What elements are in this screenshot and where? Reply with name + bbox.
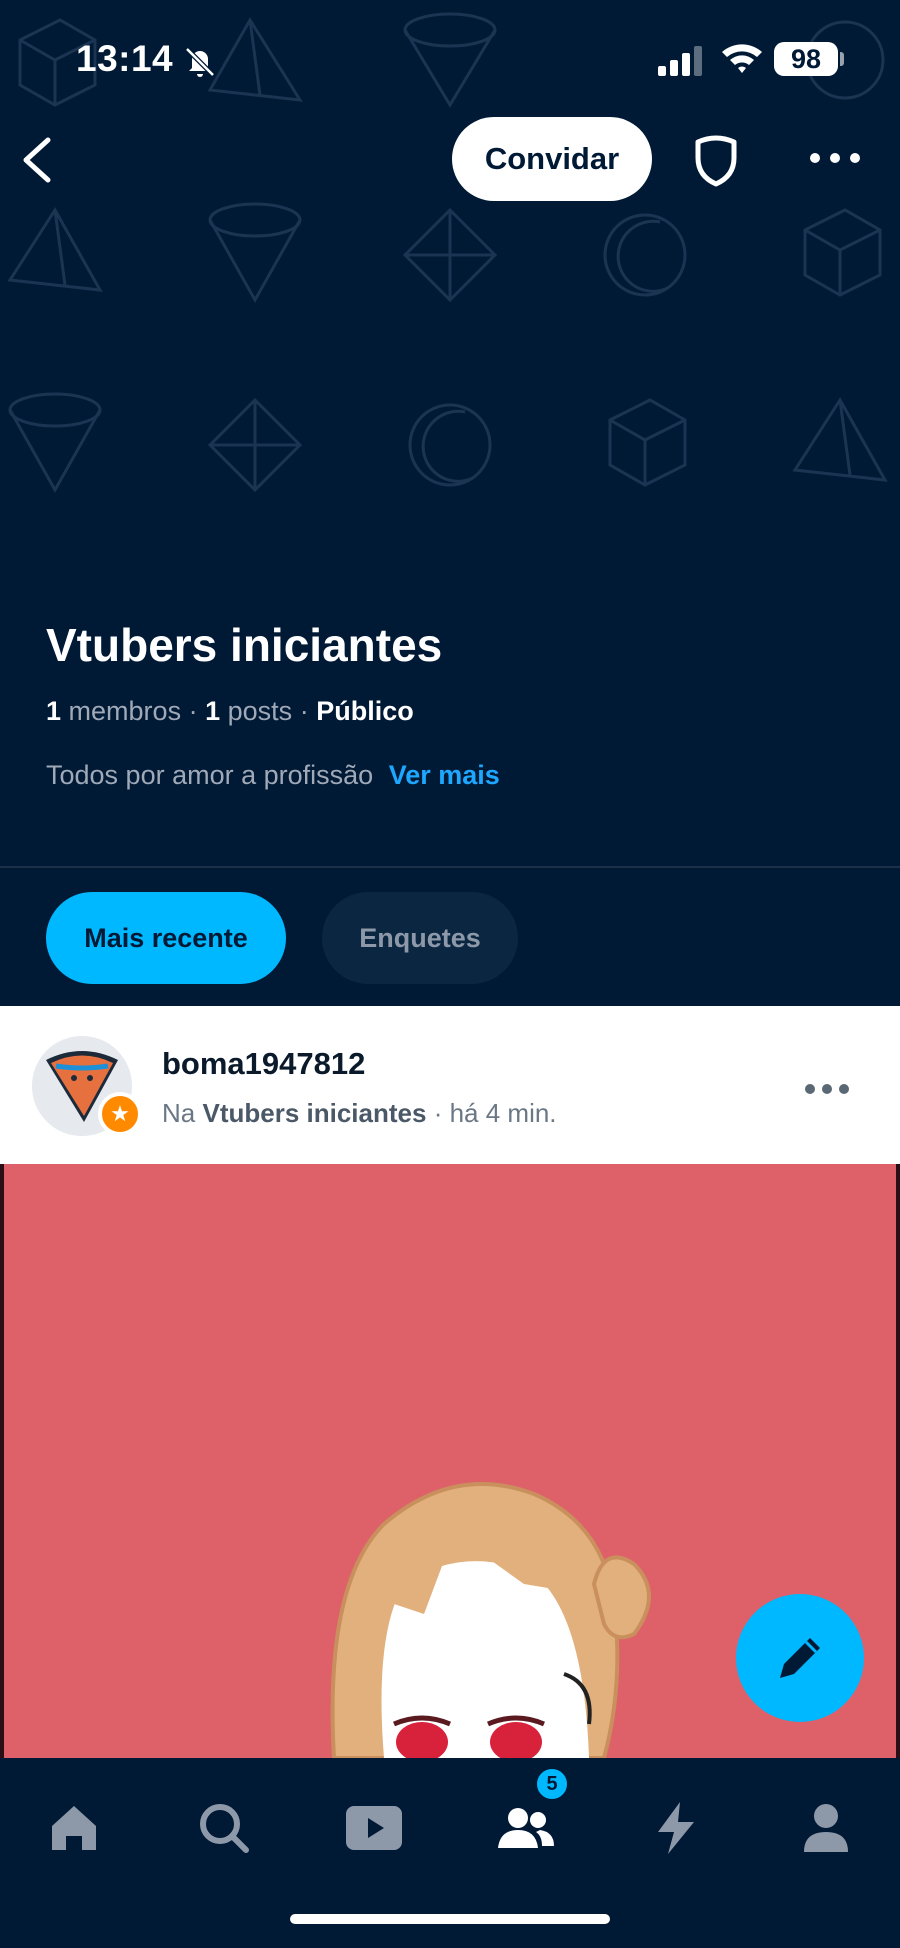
group-meta: 1 membros · 1 posts · Público	[46, 696, 414, 727]
tab-home[interactable]	[34, 1788, 114, 1868]
status-bar: 13:14 98	[0, 0, 900, 110]
wifi-icon	[722, 44, 762, 73]
posts-label: posts	[227, 696, 293, 726]
bell-muted-icon	[185, 47, 215, 77]
video-icon	[346, 1806, 402, 1850]
pencil-icon	[780, 1638, 820, 1678]
group-title: Vtubers iniciantes	[46, 619, 443, 671]
description-text: Todos por amor a profissão	[46, 760, 374, 790]
battery-nub	[840, 52, 844, 66]
filter-most-recent[interactable]: Mais recente	[46, 892, 286, 984]
meta-separator: ·	[188, 696, 206, 726]
posts-count: 1	[205, 696, 221, 726]
compose-post-button[interactable]	[736, 1594, 864, 1722]
home-icon	[52, 1806, 96, 1850]
post-subtitle: Na Vtubers iniciantes · há 4 min.	[162, 1098, 557, 1129]
tab-search[interactable]	[184, 1788, 264, 1868]
post-group-name[interactable]: Vtubers iniciantes	[202, 1098, 426, 1128]
more-options-icon[interactable]	[808, 148, 862, 168]
invite-button[interactable]: Convidar	[452, 117, 652, 201]
home-indicator	[290, 1914, 610, 1924]
filter-bar: Mais recente Enquetes	[0, 868, 900, 1006]
see-more-link[interactable]: Ver mais	[389, 760, 500, 790]
tab-video[interactable]	[334, 1788, 414, 1868]
meta-separator: ·	[299, 696, 317, 726]
post-more-icon[interactable]	[804, 1082, 850, 1096]
community-badge: 5	[534, 1766, 570, 1802]
tab-profile[interactable]	[786, 1788, 866, 1868]
post-header: ★ boma1947812 Na Vtubers iniciantes · há…	[0, 1006, 900, 1164]
profile-icon	[804, 1804, 848, 1852]
group-description: Todos por amor a profissão Ver mais	[46, 760, 500, 791]
shield-icon[interactable]	[690, 132, 742, 188]
lightning-icon	[658, 1802, 694, 1854]
signal-icon	[658, 46, 702, 76]
community-icon	[498, 1808, 554, 1848]
post-prefix: Na	[162, 1098, 196, 1128]
members-count: 1	[46, 696, 62, 726]
tab-activity[interactable]	[636, 1788, 716, 1868]
back-button[interactable]	[14, 132, 64, 188]
post-username[interactable]: boma1947812	[162, 1046, 365, 1082]
members-label: membros	[68, 696, 182, 726]
group-header: 13:14 98 Convidar Vtubers iniciantes 1 m…	[0, 0, 900, 866]
star-badge-icon: ★	[98, 1092, 142, 1136]
filter-polls[interactable]: Enquetes	[322, 892, 518, 984]
post-time: há 4 min.	[449, 1098, 557, 1128]
battery-indicator: 98	[774, 42, 838, 76]
visibility-label: Público	[316, 696, 414, 726]
post-separator: ·	[433, 1098, 450, 1128]
status-time: 13:14	[76, 38, 174, 79]
search-icon	[200, 1804, 249, 1853]
